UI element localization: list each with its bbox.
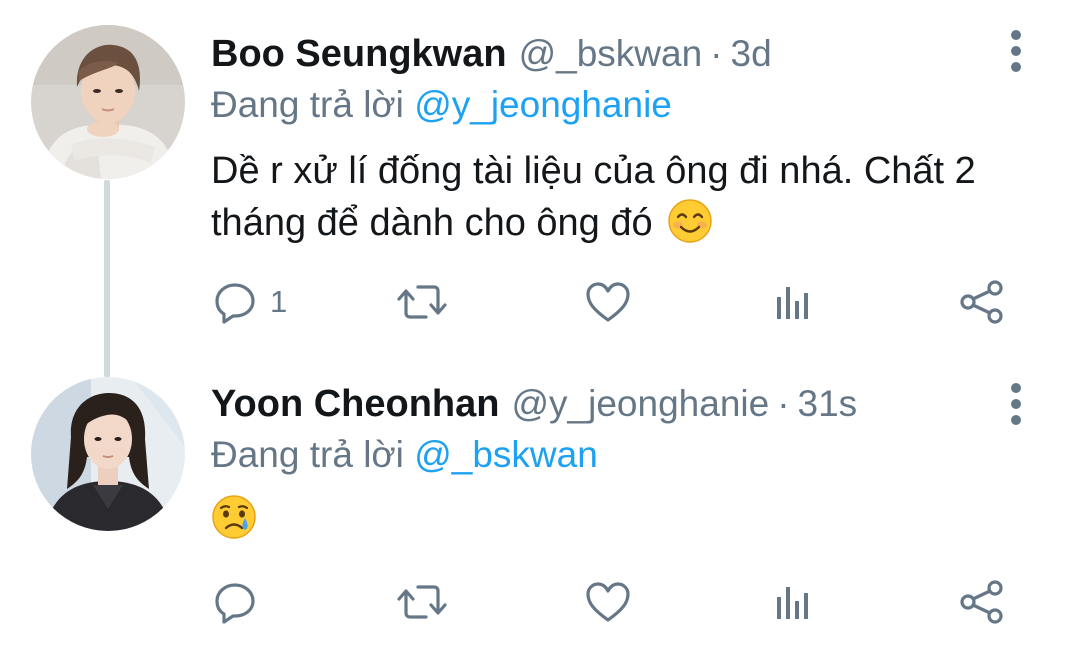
- tweet-text-content: Dề r xử lí đống tài liệu của ông đi nhá.…: [211, 150, 976, 244]
- vertical-dots-icon: [1011, 383, 1021, 425]
- replying-to: Đang trả lời @_bskwan: [211, 432, 598, 478]
- avatar-photo-icon: [31, 25, 185, 179]
- share-icon: [960, 580, 1003, 624]
- share-icon: [960, 280, 1003, 324]
- separator-dot: ·: [777, 383, 790, 424]
- avatar[interactable]: [31, 377, 185, 531]
- tweet-timestamp[interactable]: 3d: [731, 30, 772, 78]
- analytics-button[interactable]: [771, 278, 815, 326]
- heart-icon: [586, 582, 630, 622]
- reply-button[interactable]: [212, 578, 270, 626]
- analytics-icon: [777, 587, 808, 619]
- reply-icon: [215, 283, 255, 324]
- reply-count: 1: [270, 284, 288, 319]
- author-handle[interactable]: @_bskwan: [519, 30, 703, 78]
- replying-prefix: Đang trả lời: [211, 84, 404, 125]
- separator-dot: ·: [710, 33, 723, 74]
- analytics-button[interactable]: [771, 578, 815, 626]
- author-name[interactable]: Boo Seungkwan: [211, 30, 507, 78]
- replying-prefix: Đang trả lời: [211, 434, 404, 475]
- vertical-dots-icon: [1011, 30, 1021, 72]
- crying-face-icon: [212, 495, 256, 539]
- analytics-icon: [777, 287, 808, 319]
- tweet-timestamp[interactable]: 31s: [798, 380, 858, 428]
- like-button[interactable]: [584, 578, 644, 626]
- like-button[interactable]: [584, 278, 644, 326]
- tweet-actions: [0, 570, 1080, 630]
- retweet-icon: [397, 585, 447, 619]
- reply-button[interactable]: 1: [212, 278, 287, 326]
- share-button[interactable]: [958, 278, 1006, 326]
- reply-icon: [215, 583, 255, 624]
- share-button[interactable]: [958, 578, 1006, 626]
- tweet[interactable]: Yoon Cheonhan @y_jeonghanie · 31s Đang t…: [0, 360, 1080, 650]
- retweet-icon: [397, 285, 447, 319]
- tweet-text: Dề r xử lí đống tài liệu của ông đi nhá.…: [211, 145, 1031, 249]
- tweet-text: [211, 493, 1031, 545]
- author-name[interactable]: Yoon Cheonhan: [211, 380, 500, 428]
- smiling-face-icon: [668, 199, 712, 243]
- tweet-header: Yoon Cheonhan @y_jeonghanie · 31s: [211, 380, 857, 428]
- more-options-button[interactable]: [1006, 27, 1026, 77]
- retweet-button[interactable]: [396, 278, 460, 326]
- more-options-button[interactable]: [1006, 380, 1026, 430]
- replying-to: Đang trả lời @y_jeonghanie: [211, 82, 672, 128]
- author-handle[interactable]: @y_jeonghanie: [512, 380, 770, 428]
- tweet-header: Boo Seungkwan @_bskwan · 3d: [211, 30, 772, 78]
- avatar[interactable]: [31, 25, 185, 179]
- tweet[interactable]: Boo Seungkwan @_bskwan · 3d Đang trả lời…: [0, 0, 1080, 377]
- replying-mention-link[interactable]: @_bskwan: [414, 434, 598, 475]
- replying-mention-link[interactable]: @y_jeonghanie: [414, 84, 672, 125]
- heart-icon: [586, 282, 630, 322]
- retweet-button[interactable]: [396, 578, 460, 626]
- tweet-actions: 1: [0, 270, 1080, 330]
- avatar-photo-icon: [31, 377, 185, 531]
